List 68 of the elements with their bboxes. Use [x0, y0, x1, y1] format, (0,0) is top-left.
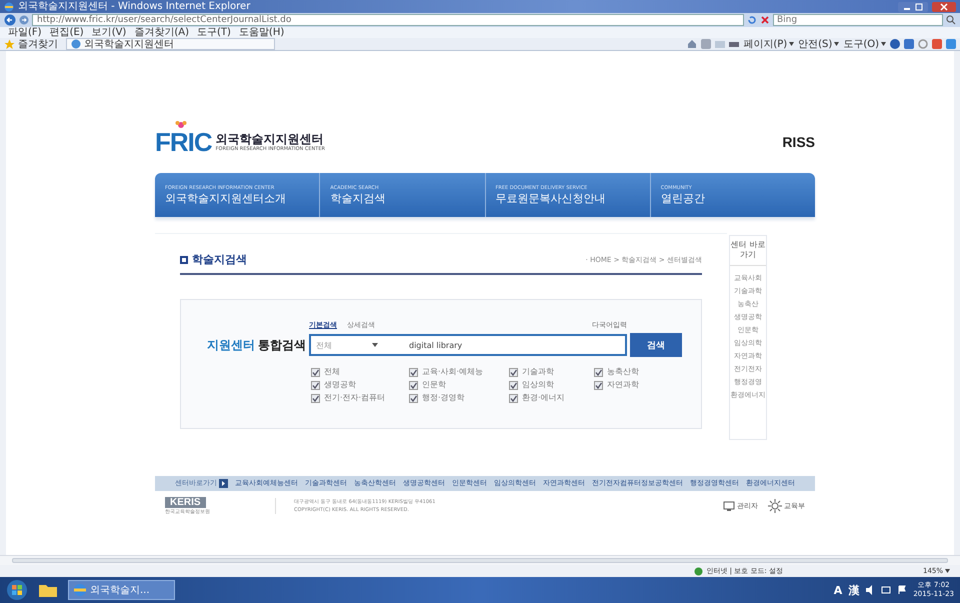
favorites-button[interactable]: 즐겨찾기: [4, 38, 58, 50]
browser-tab[interactable]: 외국학술지지원센터: [66, 38, 275, 50]
star-icon: [4, 38, 15, 50]
browser-icon: [4, 2, 14, 12]
horizontal-scrollbar[interactable]: [0, 555, 960, 565]
arrow-icon: [219, 479, 228, 488]
search-field[interactable]: Bing: [773, 14, 943, 26]
toolbar-menu[interactable]: 페이지(P): [743, 38, 794, 50]
category-checkbox[interactable]: 기술과학: [509, 367, 594, 377]
partner-logo[interactable]: RISS: [782, 134, 815, 150]
panel-title: 센터 바로가기: [730, 240, 766, 266]
folder-icon[interactable]: [38, 582, 58, 598]
maximize-icon: [915, 2, 923, 10]
window-title: 외국학술지지원센터 - Windows Internet Explorer: [18, 0, 252, 12]
category-checkbox[interactable]: 전체: [311, 367, 409, 377]
category-checkbox[interactable]: 인문학: [409, 380, 509, 390]
logo-title: 외국학술지지원센터: [216, 132, 325, 146]
menu-item[interactable]: 즐겨찾기(A): [134, 27, 189, 38]
category-checkbox[interactable]: 생명공학: [311, 380, 409, 390]
toolbar-menu[interactable]: 도구(O): [843, 38, 886, 50]
menu-item[interactable]: 보기(V): [92, 27, 126, 38]
input-method-indicator[interactable]: A: [834, 584, 842, 596]
address-field[interactable]: http://www.fric.kr/user/search/selectCenterJournalList.do: [32, 14, 744, 26]
refresh-icon[interactable]: [747, 15, 757, 25]
back-icon[interactable]: [4, 14, 16, 26]
stop-icon[interactable]: [760, 15, 770, 25]
network-icon[interactable]: [881, 585, 892, 595]
close-button[interactable]: [932, 2, 956, 12]
browser-icon: [73, 583, 87, 597]
caret-icon: [834, 42, 840, 46]
taskbar-window-button[interactable]: 외국학술지...: [68, 580, 175, 600]
menu-item[interactable]: 도구(T): [197, 27, 231, 38]
category-checkbox[interactable]: 전기·전자·컴퓨터: [311, 393, 409, 403]
menu-item[interactable]: 파일(F): [8, 27, 42, 38]
category-checkbox[interactable]: 환경·에너지: [509, 393, 594, 403]
nav-link[interactable]: 외국학술지지원센터소개: [165, 192, 310, 206]
monitor-icon: [723, 501, 735, 511]
page-heading: 학술지검색: [192, 252, 247, 267]
input-method-indicator[interactable]: 漢: [848, 582, 860, 598]
nav-link[interactable]: 열린공간: [660, 192, 805, 206]
search-button[interactable]: 검색: [630, 333, 682, 357]
square-icon: [180, 256, 188, 264]
flag-icon[interactable]: [897, 585, 908, 595]
ring-icon[interactable]: [918, 39, 928, 49]
flower-icon: [175, 119, 187, 131]
category-checkbox[interactable]: 임상의학: [509, 380, 594, 390]
close-icon: [940, 2, 948, 10]
caret-icon: [789, 42, 794, 46]
category-checkbox[interactable]: 교육·사회·예체능: [409, 367, 509, 377]
search-icon[interactable]: [946, 15, 956, 25]
caret-icon: [945, 569, 950, 573]
search-title-accent: 지원센터: [207, 336, 255, 354]
caret-icon: [881, 42, 886, 46]
category-checkbox[interactable]: 행정·경영학: [409, 393, 509, 403]
forward-icon[interactable]: [19, 15, 29, 25]
window-controls[interactable]: [898, 2, 928, 12]
menu-item[interactable]: 편집(E): [50, 27, 84, 38]
start-icon[interactable]: [6, 579, 28, 601]
org-logo: KERIS: [165, 497, 206, 508]
nav-link[interactable]: 무료원문복사신청안내: [496, 192, 640, 206]
category-checkbox[interactable]: 자연과학: [594, 380, 674, 390]
logo-wordmark: FRIC: [155, 127, 212, 157]
toolbar-menu[interactable]: 안전(S): [798, 38, 840, 50]
category-checkbox[interactable]: 농축산학: [594, 367, 674, 377]
search-title: 통합검색: [258, 336, 306, 354]
nav-link[interactable]: 학술지검색: [330, 192, 474, 206]
menu-item[interactable]: 도움말(H): [238, 27, 284, 38]
sun-icon: [768, 499, 782, 513]
